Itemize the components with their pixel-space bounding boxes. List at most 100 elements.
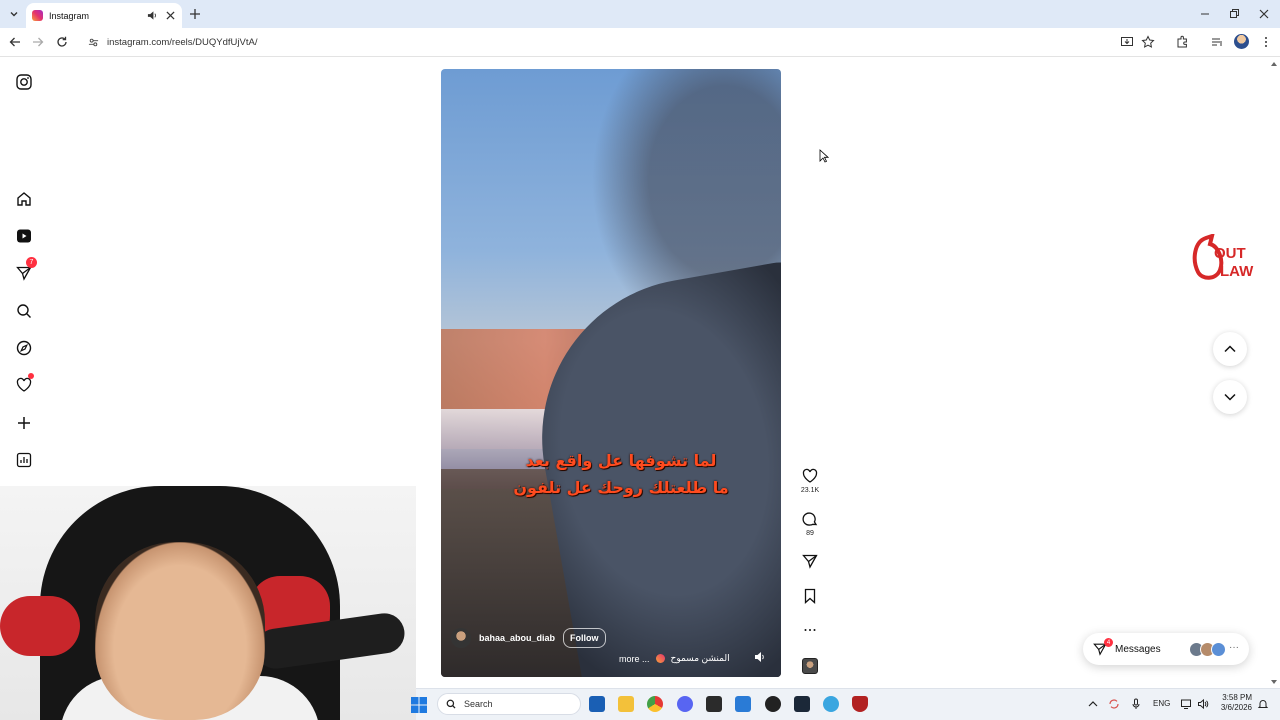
close-tab-icon[interactable]	[164, 10, 176, 22]
search-icon	[446, 699, 456, 709]
chair-accent-left	[0, 596, 80, 656]
streamer-face	[95, 542, 265, 720]
instagram-logo-icon[interactable]	[14, 72, 34, 92]
clock-time: 3:58 PM	[1222, 693, 1252, 702]
instagram-favicon-icon	[32, 10, 43, 21]
clock-date: 3/6/2026	[1220, 703, 1252, 712]
like-action[interactable]: 23.1K	[800, 468, 820, 494]
caption-line-1: لما تشوفها عل واقع بعد	[525, 451, 717, 470]
bookmark-icon	[804, 588, 816, 604]
site-info-icon[interactable]	[88, 37, 99, 48]
language-indicator[interactable]: ENG	[1153, 699, 1170, 708]
terminal-icon[interactable]	[706, 696, 722, 712]
discord-icon[interactable]	[677, 696, 693, 712]
explore-compass-icon[interactable]	[14, 338, 34, 358]
reload-button[interactable]	[55, 35, 69, 49]
more-dots-icon	[804, 629, 816, 631]
steam-icon[interactable]	[794, 696, 810, 712]
author-avatar[interactable]	[451, 628, 471, 648]
create-plus-icon[interactable]	[14, 413, 34, 433]
profile-avatar[interactable]	[1234, 34, 1249, 49]
forward-button[interactable]	[31, 35, 45, 49]
reel-author: bahaa_abou_diab Follow	[451, 628, 606, 648]
speaker-icon[interactable]	[146, 10, 158, 22]
notification-dot	[28, 373, 34, 379]
volume-icon[interactable]	[1197, 698, 1209, 710]
taskbar-search[interactable]: Search	[437, 693, 581, 715]
follow-button[interactable]: Follow	[563, 628, 606, 648]
notification-bell-icon[interactable]	[1257, 698, 1269, 710]
volume-icon[interactable]	[753, 650, 767, 664]
save-action[interactable]	[800, 588, 820, 604]
windows-start-icon[interactable]	[411, 697, 427, 713]
chrome-icon[interactable]	[647, 696, 663, 712]
taskbar-search-placeholder: Search	[464, 699, 493, 709]
chevron-down-icon	[1224, 393, 1236, 401]
notifications-badge: 7	[26, 257, 37, 268]
store-app-icon[interactable]	[589, 696, 605, 712]
tab-instagram[interactable]: Instagram	[26, 3, 182, 28]
chevron-up-icon	[1224, 345, 1236, 353]
browser-toolbar: instagram.com/reels/DUQYdfUjVtA/	[0, 28, 1280, 57]
address-bar[interactable]: instagram.com/reels/DUQYdfUjVtA/	[80, 31, 1110, 54]
audio-text: المنشن مسموح	[670, 653, 730, 663]
reel-video[interactable]: لما تشوفها عل واقع بعد ما طلعتلك روحك عل…	[441, 69, 781, 677]
url-text[interactable]: instagram.com/reels/DUQYdfUjVtA/	[107, 37, 257, 48]
obs-icon[interactable]	[765, 696, 781, 712]
new-tab-button[interactable]	[188, 7, 202, 21]
more-avatars-icon: ···	[1229, 641, 1239, 653]
shield-app-icon[interactable]	[852, 696, 868, 712]
outlaw-logo: OUT LAW	[1190, 234, 1260, 282]
close-window-button[interactable]	[1257, 7, 1271, 21]
scroll-up-icon[interactable]	[1270, 60, 1278, 68]
share-action[interactable]	[800, 553, 820, 569]
minimize-button[interactable]	[1198, 7, 1212, 21]
tab-title: Instagram	[49, 10, 90, 21]
extensions-icon[interactable]	[1175, 35, 1189, 49]
install-app-icon[interactable]	[1120, 35, 1134, 49]
outlaw-logo-line2: LAW	[1220, 263, 1254, 280]
sync-icon[interactable]	[1108, 698, 1120, 710]
video-caption: لما تشوفها عل واقع بعد ما طلعتلك روحك عل…	[481, 447, 761, 501]
previous-reel-button[interactable]	[1213, 332, 1247, 366]
msg-avatar	[1211, 641, 1226, 657]
scroll-down-icon[interactable]	[1270, 678, 1278, 686]
tray-chevron-icon[interactable]	[1087, 698, 1099, 710]
dashboard-icon[interactable]	[14, 450, 34, 470]
messages-avatars: ···	[1189, 641, 1239, 657]
direct-messages-icon[interactable]: 7	[14, 257, 37, 283]
browser-tab-bar: Instagram	[0, 0, 1280, 28]
like-count: 23.1K	[800, 487, 820, 494]
audio-thumbnail[interactable]	[802, 658, 818, 674]
next-reel-button[interactable]	[1213, 380, 1247, 414]
comment-action[interactable]: 89	[800, 511, 820, 537]
menu-kebab-icon[interactable]	[1259, 35, 1273, 49]
microphone-icon[interactable]	[1130, 698, 1142, 710]
file-explorer-icon[interactable]	[618, 696, 634, 712]
search-icon[interactable]	[14, 301, 34, 321]
clock[interactable]: 3:58 PM 3/6/2026	[1216, 693, 1252, 713]
back-button[interactable]	[8, 35, 22, 49]
home-icon[interactable]	[14, 189, 34, 209]
caption-line-2: ما طلعتلك روحك عل تلفون	[513, 478, 729, 497]
network-icon[interactable]	[1180, 698, 1192, 710]
messages-label: Messages	[1115, 643, 1161, 655]
author-username[interactable]: bahaa_abou_diab	[479, 633, 555, 643]
webcam-overlay	[0, 486, 416, 720]
tab-search-chevron-icon[interactable]	[6, 6, 22, 22]
reels-icon[interactable]	[14, 226, 34, 246]
bookmark-star-icon[interactable]	[1141, 35, 1155, 49]
mouse-cursor-icon	[819, 149, 829, 163]
media-control-icon[interactable]	[1210, 35, 1224, 49]
notifications-heart-icon[interactable]	[14, 373, 34, 395]
audio-icon	[655, 654, 665, 663]
edge-icon[interactable]	[823, 696, 839, 712]
more-link[interactable]: more ...	[619, 654, 650, 664]
reel-audio-info[interactable]: more ... المنشن مسموح	[619, 653, 730, 664]
share-icon	[802, 554, 818, 569]
outlaw-logo-line1: OUT	[1214, 245, 1246, 262]
comment-count: 89	[806, 530, 814, 537]
restore-button[interactable]	[1227, 7, 1241, 21]
app-window-icon[interactable]	[735, 696, 751, 712]
more-options-action[interactable]	[800, 622, 820, 638]
